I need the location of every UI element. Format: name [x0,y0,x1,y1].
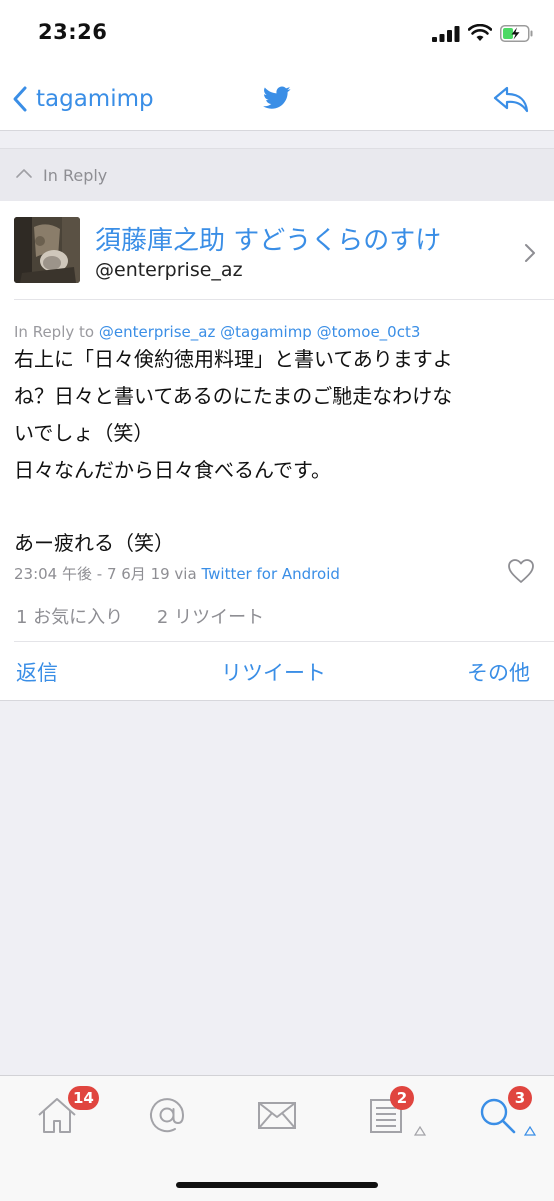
divider [14,641,554,642]
navigation-bar: tagamimp [0,70,554,131]
tweet-text-line: ね？日々と書いてあるのにたまのご馳走なわけな [14,384,453,408]
timestamp-text: 23:04 午後 - 7 6月 19 via [14,565,197,583]
display-name[interactable]: 須藤庫之助 すどうくらのすけ [95,220,441,257]
back-button-label: tagamimp [36,86,154,112]
reply-icon[interactable] [492,84,530,114]
tweet-text-blank-line [14,489,544,525]
divider [14,299,554,300]
chevron-right-icon[interactable] [524,243,536,263]
tab-mentions[interactable] [132,1088,202,1148]
envelope-icon [258,1102,296,1129]
wifi-icon [468,24,492,41]
twitter-bird-icon [263,86,291,109]
tab-messages[interactable] [242,1088,312,1148]
tweet-text: 右上に「日々倹約徳用料理」と書いてありますよ ね？日々と書いてあるのにたまのご馳… [14,341,544,562]
status-bar: 23:26 [0,0,554,70]
status-clock: 23:26 [38,20,108,44]
tweet-text-line: 右上に「日々倹約徳用料理」と書いてありますよ [14,347,453,371]
tweet-stats: 1 お気に入り 2 リツイート [16,603,264,629]
tweet-text-line: 日々なんだから日々食べるんです。 [14,458,331,482]
reply-to-line: In Reply to @enterprise_az @tagamimp @to… [14,323,420,341]
in-reply-header[interactable]: In Reply [0,148,554,202]
triangle-up-icon [414,1126,426,1136]
retweets-count[interactable]: 2 リツイート [157,607,264,628]
reply-to-prefix: In Reply to [14,323,95,341]
chevron-left-icon [13,86,27,112]
battery-charging-icon [500,25,533,42]
at-sign-icon [150,1098,185,1133]
tweet-text-line: いでしょ（笑） [14,421,154,445]
tweet-text-line: あー疲れる（笑） [14,531,174,555]
reply-button[interactable]: 返信 [16,657,58,687]
avatar[interactable] [14,217,80,283]
cellular-signal-icon [432,26,460,42]
tab-home[interactable]: 14 [22,1086,99,1148]
avatar-photo [14,217,80,283]
tab-search[interactable]: 3 [462,1086,536,1148]
chevron-up-icon [16,169,32,178]
search-badge: 3 [508,1086,532,1110]
heart-icon[interactable] [507,558,535,584]
lists-badge: 2 [390,1086,414,1110]
home-indicator[interactable] [176,1182,378,1188]
mention-link[interactable]: @enterprise_az [99,323,215,341]
tweet-timestamp: 23:04 午後 - 7 6月 19 via Twitter for Andro… [14,563,340,584]
retweet-button[interactable]: リツイート [221,657,326,687]
triangle-up-icon [524,1126,536,1136]
source-link[interactable]: Twitter for Android [201,565,339,583]
mention-link[interactable]: @tagamimp [220,323,312,341]
tweet-detail: 須藤庫之助 すどうくらのすけ @enterprise_az In Reply t… [0,201,554,701]
favorites-count[interactable]: 1 お気に入り [16,607,123,628]
tab-bar: 14 2 3 [0,1075,554,1201]
in-reply-label: In Reply [43,166,108,185]
mention-link[interactable]: @tomoe_0ct3 [317,323,421,341]
back-button[interactable]: tagamimp [12,84,154,114]
tab-lists[interactable]: 2 [352,1086,426,1148]
screen-name: @enterprise_az [95,259,243,281]
more-button[interactable]: その他 [467,657,530,687]
home-badge: 14 [68,1086,99,1110]
